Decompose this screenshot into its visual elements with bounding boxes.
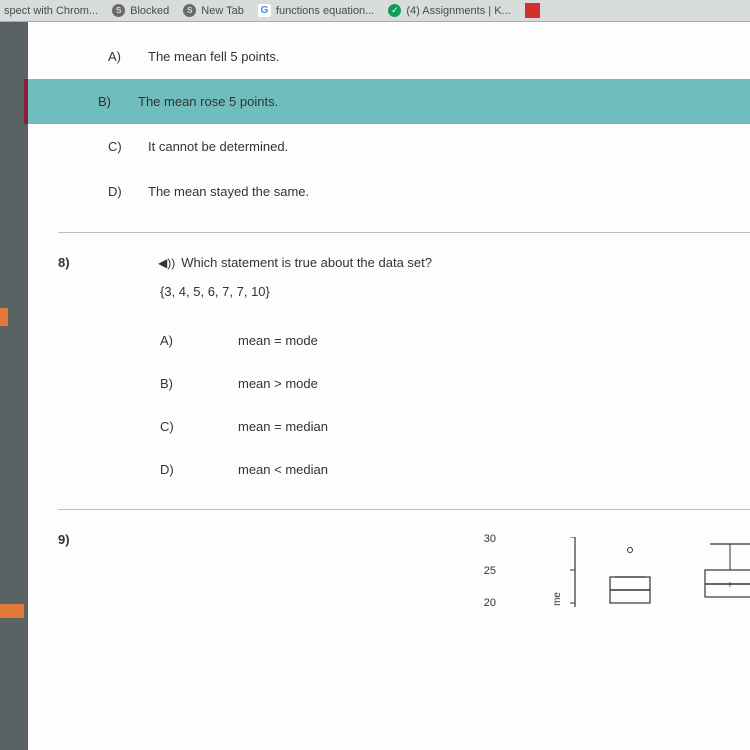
prompt-text: Which statement is true about the data s… xyxy=(181,255,432,270)
choice-d[interactable]: D) The mean stayed the same. xyxy=(68,169,750,214)
choice-label: C) xyxy=(158,419,238,434)
ytick-25: 25 xyxy=(484,565,496,577)
choice-text: mean = median xyxy=(238,419,328,434)
tab-mcgraw[interactable] xyxy=(525,3,540,18)
question-number: 8) xyxy=(58,255,158,491)
question-divider xyxy=(58,509,750,510)
question-prompt: ◀)) Which statement is true about the da… xyxy=(158,255,750,270)
choice-label: A) xyxy=(78,49,148,64)
browser-tab-bar: spect with Chrom... S Blocked S New Tab … xyxy=(0,0,750,22)
question-number: 9) xyxy=(58,532,158,617)
quiz-content: A) The mean fell 5 points. B) The mean r… xyxy=(28,22,750,750)
globe-icon: S xyxy=(112,4,125,17)
question-divider xyxy=(58,232,750,233)
choice-a[interactable]: A) mean = mode xyxy=(158,319,750,362)
svg-text:+: + xyxy=(727,580,733,591)
left-sidebar xyxy=(0,22,28,750)
ytick-20: 20 xyxy=(484,597,496,609)
dataset-text: {3, 4, 5, 6, 7, 7, 10} xyxy=(160,284,750,299)
choice-text: mean < median xyxy=(238,462,328,477)
choice-c[interactable]: C) It cannot be determined. xyxy=(68,124,750,169)
choice-label: A) xyxy=(158,333,238,348)
tab-chrome[interactable]: spect with Chrom... xyxy=(4,5,98,17)
choice-label: B) xyxy=(68,94,138,109)
choice-a[interactable]: A) The mean fell 5 points. xyxy=(68,34,750,79)
tab-label: spect with Chrom... xyxy=(4,5,98,17)
question-content: ◀)) Which statement is true about the da… xyxy=(158,255,750,491)
choice-text: It cannot be determined. xyxy=(148,139,740,154)
sidebar-marker xyxy=(0,308,8,326)
choice-text: The mean fell 5 points. xyxy=(148,49,740,64)
boxplot-chart: 30 25 20 me xyxy=(488,537,750,617)
question-9: 9) 30 25 20 me xyxy=(68,532,750,617)
choice-label: C) xyxy=(78,139,148,154)
mcgraw-icon xyxy=(525,3,540,18)
tab-label: functions equation... xyxy=(276,5,374,17)
tab-label: (4) Assignments | K... xyxy=(406,5,510,17)
boxplot-svg: + xyxy=(570,537,750,617)
sidebar-marker xyxy=(0,604,24,618)
tab-google[interactable]: G functions equation... xyxy=(258,4,374,17)
tab-assignments[interactable]: ✓ (4) Assignments | K... xyxy=(388,4,510,17)
tab-label: New Tab xyxy=(201,5,244,17)
google-icon: G xyxy=(258,4,271,17)
checkmark-icon: ✓ xyxy=(388,4,401,17)
choice-c[interactable]: C) mean = median xyxy=(158,405,750,448)
choice-text: mean = mode xyxy=(238,333,318,348)
tab-blocked[interactable]: S Blocked xyxy=(112,4,169,17)
tab-label: Blocked xyxy=(130,5,169,17)
question-8: 8) ◀)) Which statement is true about the… xyxy=(68,255,750,491)
globe-icon: S xyxy=(183,4,196,17)
choice-b-selected[interactable]: B) The mean rose 5 points. xyxy=(24,79,750,124)
question-content: 30 25 20 me xyxy=(158,532,750,617)
choice-b[interactable]: B) mean > mode xyxy=(158,362,750,405)
choice-d[interactable]: D) mean < median xyxy=(158,448,750,491)
tab-newtab[interactable]: S New Tab xyxy=(183,4,244,17)
choice-text: The mean rose 5 points. xyxy=(138,94,750,109)
choice-label: D) xyxy=(158,462,238,477)
choice-text: mean > mode xyxy=(238,376,318,391)
choice-label: D) xyxy=(78,184,148,199)
choice-text: The mean stayed the same. xyxy=(148,184,740,199)
choice-label: B) xyxy=(158,376,238,391)
y-axis-label: me xyxy=(552,592,563,606)
ytick-30: 30 xyxy=(484,533,496,545)
audio-icon[interactable]: ◀)) xyxy=(158,256,175,270)
